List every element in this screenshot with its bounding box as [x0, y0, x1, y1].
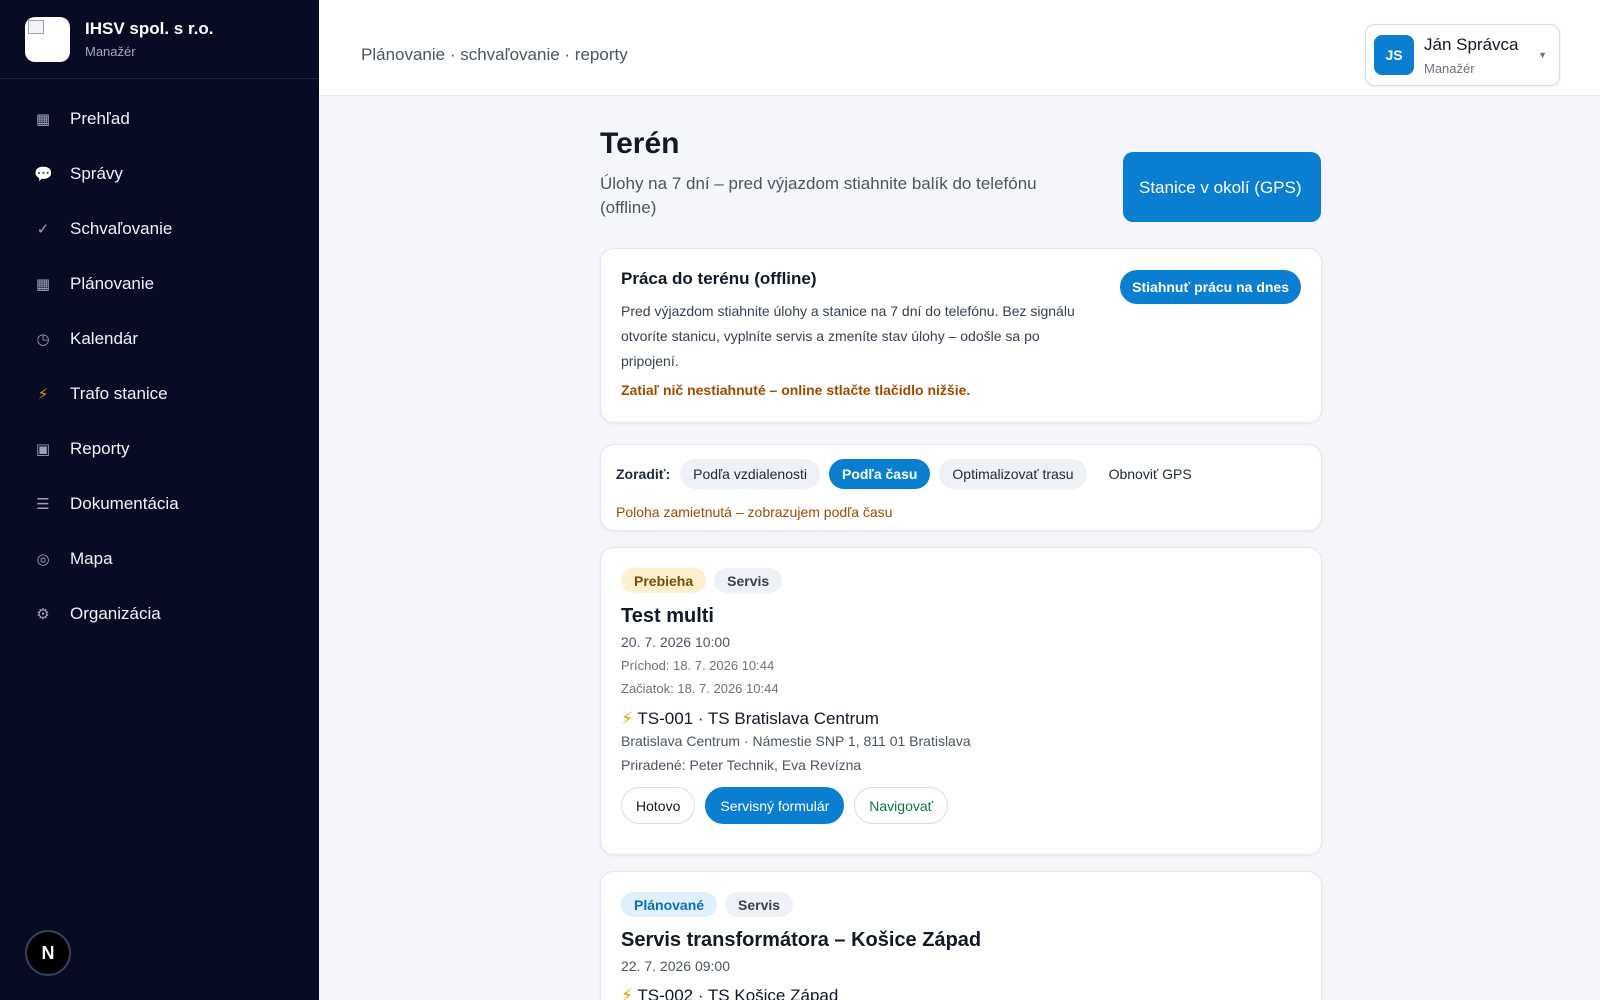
offline-card-description: Pred výjazdom stiahnite úlohy a stanice …	[621, 303, 1075, 369]
company-logo	[25, 16, 70, 62]
lightning-icon: ⚡	[621, 986, 633, 1000]
offline-work-card: Práca do terénu (offline) Pred výjazdom …	[600, 248, 1322, 423]
status-badge: Plánované	[621, 892, 718, 917]
sidebar-item-label: Mapa	[70, 548, 113, 568]
sidebar-item-reporty[interactable]: ▣ Reporty	[0, 421, 319, 476]
target-icon: ◎	[36, 550, 50, 568]
sidebar-item-label: Kalendár	[70, 328, 139, 348]
sidebar-item-schvalovanie[interactable]: ✓ Schvaľovanie	[0, 201, 319, 256]
sidebar-item-kalendar[interactable]: ◷ Kalendár	[0, 311, 319, 366]
grid-icon: ▦	[35, 275, 51, 293]
refresh-gps-chip[interactable]: Obnoviť GPS	[1096, 459, 1205, 489]
dashboard-icon: ▦	[35, 110, 51, 128]
list-icon: ☰	[36, 495, 50, 513]
sort-label: Zoradiť:	[616, 466, 671, 482]
task-title: Test multi	[621, 605, 714, 627]
sidebar-item-planovanie[interactable]: ▦ Plánovanie	[0, 256, 319, 311]
avatar: JS	[1374, 35, 1414, 75]
user-role: Manažér	[1424, 60, 1475, 76]
page-header: Terén Úlohy na 7 dní – pred výjazdom sti…	[600, 96, 1322, 248]
task-address: Bratislava Centrum · Námestie SNP 1, 811…	[621, 733, 971, 749]
task-title: Servis transformátora – Košice Západ	[621, 929, 982, 951]
task-station-name: TS-002 · TS Košice Západ	[637, 986, 839, 1000]
service-form-button[interactable]: Servisný formulár	[705, 787, 845, 824]
status-badge: Prebieha	[621, 568, 707, 593]
user-name: Ján Správca	[1424, 34, 1519, 54]
nearby-stations-gps-button[interactable]: Stanice v okolí (GPS)	[1123, 152, 1321, 222]
lightning-icon: ⚡	[37, 385, 49, 403]
chat-bubble-icon: 💬	[34, 165, 53, 183]
navigate-button[interactable]: Navigovať	[854, 787, 948, 824]
task-start: Začiatok: 18. 7. 2026 10:44	[621, 681, 779, 696]
task-arrival: Príchod: 18. 7. 2026 10:44	[621, 658, 775, 673]
company-role: Manažér	[85, 44, 136, 59]
task-datetime: 20. 7. 2026 10:00	[621, 634, 730, 650]
sidebar-item-label: Dokumentácia	[70, 493, 179, 513]
task-station[interactable]: ⚡ TS-002 · TS Košice Západ	[621, 986, 1301, 1000]
brand-header: IHSV spol. s r.o. Manažér	[0, 0, 319, 79]
sidebar-item-label: Organizácia	[70, 603, 161, 623]
checkmark-icon: ✓	[36, 220, 50, 238]
optimize-route-chip[interactable]: Optimalizovať trasu	[939, 459, 1087, 489]
breadcrumb: Plánovanie · schvaľovanie · reporty	[361, 45, 628, 64]
user-menu[interactable]: JS Ján Správca Manažér ▼	[1365, 24, 1560, 86]
broken-image-icon	[28, 19, 44, 34]
company-name: IHSV spol. s r.o.	[85, 19, 214, 38]
sidebar-item-prehlad[interactable]: ▦ Prehľad	[0, 91, 319, 146]
sort-by-time-chip[interactable]: Podľa času	[828, 459, 931, 489]
sidebar-item-label: Trafo stanice	[70, 383, 168, 403]
clock-icon: ◷	[36, 330, 50, 348]
gear-icon: ⚙	[36, 605, 50, 623]
task-station-name: TS-001 · TS Bratislava Centrum	[637, 709, 879, 728]
sort-card: Zoradiť: Podľa vzdialenosti Podľa času O…	[600, 444, 1322, 531]
sort-by-distance-chip[interactable]: Podľa vzdialenosti	[680, 459, 820, 489]
type-badge: Servis	[714, 568, 783, 593]
task-assigned: Priradené: Peter Technik, Eva Revízna	[621, 757, 862, 773]
sidebar-item-trafo-stanice[interactable]: ⚡ Trafo stanice	[0, 366, 319, 421]
main-content: Terén Úlohy na 7 dní – pred výjazdom sti…	[600, 96, 1322, 1000]
sidebar-item-label: Schvaľovanie	[70, 218, 173, 238]
sidebar-item-label: Reporty	[70, 438, 130, 458]
mark-done-button[interactable]: Hotovo	[621, 787, 696, 824]
sidebar-item-organizacia[interactable]: ⚙ Organizácia	[0, 586, 319, 641]
page-title: Terén	[600, 127, 680, 160]
topbar: Plánovanie · schvaľovanie · reporty JS J…	[319, 0, 1600, 96]
type-badge: Servis	[725, 892, 794, 917]
lightning-icon: ⚡	[621, 709, 633, 728]
sidebar-item-mapa[interactable]: ◎ Mapa	[0, 531, 319, 586]
framework-badge[interactable]: N	[25, 930, 71, 976]
sidebar-nav: ▦ Prehľad 💬 Správy ✓ Schvaľovanie ▦ Plán…	[0, 79, 319, 641]
download-work-button[interactable]: Stiahnuť prácu na dnes	[1120, 270, 1301, 304]
sidebar: IHSV spol. s r.o. Manažér ▦ Prehľad 💬 Sp…	[0, 0, 319, 1000]
sidebar-item-dokumentacia[interactable]: ☰ Dokumentácia	[0, 476, 319, 531]
task-station[interactable]: ⚡ TS-001 · TS Bratislava Centrum	[621, 709, 1301, 729]
task-card: Plánované Servis Servis transformátora –…	[600, 871, 1322, 1000]
report-icon: ▣	[35, 440, 51, 458]
page-subtitle: Úlohy na 7 dní – pred výjazdom stiahnite…	[600, 174, 1037, 217]
task-datetime: 22. 7. 2026 09:00	[621, 958, 730, 974]
sidebar-item-label: Plánovanie	[70, 273, 155, 293]
task-card: Prebieha Servis Test multi 20. 7. 2026 1…	[600, 547, 1322, 855]
offline-card-warning: Zatiaľ nič nestiahnuté – online stlačte …	[621, 382, 971, 398]
sidebar-item-spravy[interactable]: 💬 Správy	[0, 146, 319, 201]
sidebar-item-label: Prehľad	[70, 108, 130, 128]
chevron-down-icon: ▼	[1538, 50, 1547, 60]
sidebar-item-label: Správy	[70, 163, 123, 183]
location-denied-note: Poloha zamietnutá – zobrazujem podľa čas…	[616, 504, 893, 520]
